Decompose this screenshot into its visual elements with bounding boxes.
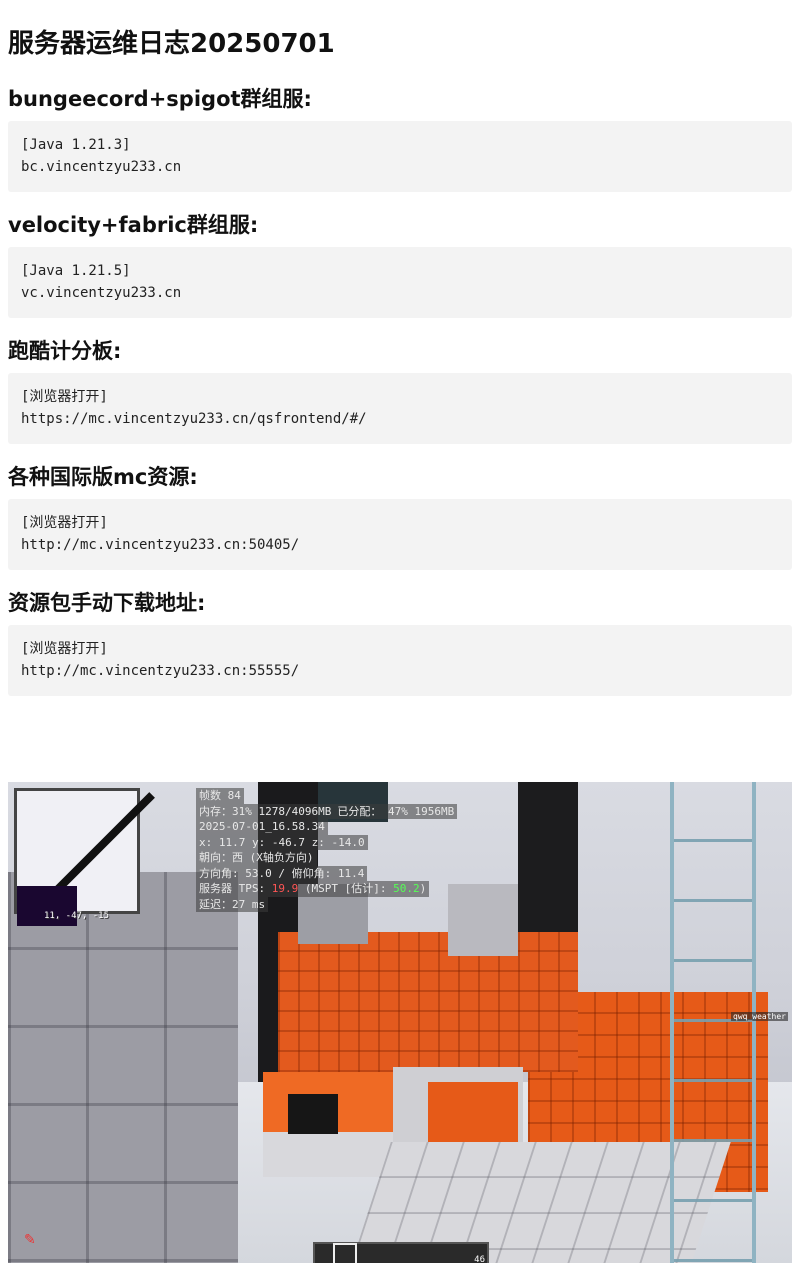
hotbar-count: 46 xyxy=(474,1255,485,1263)
code-line: [浏览器打开] xyxy=(21,515,108,531)
code-block[interactable]: [浏览器打开] https://mc.vincentzyu233.cn/qsfro… xyxy=(8,373,792,444)
section-heading: 资源包手动下载地址: xyxy=(8,591,206,615)
hotbar: 46 xyxy=(313,1242,489,1263)
minimap-coords: 11, -47, -15 xyxy=(44,911,110,921)
code-line: [浏览器打开] xyxy=(21,641,108,657)
fox-ear xyxy=(448,884,518,956)
code-block[interactable]: [Java 1.21.5] vc.vincentzyu233.cn xyxy=(8,247,792,318)
tps-value: 19.9 xyxy=(271,882,299,895)
section-resources: 各种国际版mc资源: [浏览器打开] http://mc.vincentzyu23… xyxy=(8,444,792,570)
code-block[interactable]: [Java 1.21.3] bc.vincentzyu233.cn xyxy=(8,121,792,192)
section-heading: velocity+fabric群组服: xyxy=(8,213,259,237)
code-line: http://mc.vincentzyu233.cn:50405/ xyxy=(21,537,300,553)
debug-angles: 方向角: 53.0 / 俯仰角: 11.4 xyxy=(196,865,368,881)
page-title: 服务器运维日志20250701 xyxy=(8,29,335,59)
debug-position: x: 11.7 y: -46.7 z: -14.0 xyxy=(196,834,368,850)
section-resourcepack: 资源包手动下载地址: [浏览器打开] http://mc.vincentzyu23… xyxy=(8,570,792,696)
section-heading: 跑酷计分板: xyxy=(8,339,122,363)
fox-statue xyxy=(278,932,578,1072)
section-parkour: 跑酷计分板: [浏览器打开] https://mc.vincentzyu233.c… xyxy=(8,318,792,444)
debug-facing: 朝向：西 (X轴负方向) xyxy=(196,850,317,866)
debug-latency: 延迟：27 ms xyxy=(196,896,269,912)
debug-overlay: 帧数 84 内存：31% 1278/4096MB 已分配： 47% 1956MB … xyxy=(196,788,458,912)
mspt-value: 50.2 xyxy=(393,882,420,895)
code-line: vc.vincentzyu233.cn xyxy=(21,285,182,301)
page-content: 服务器运维日志20250701 bungeecord+spigot群组服: [J… xyxy=(0,0,800,696)
code-line: http://mc.vincentzyu233.cn:55555/ xyxy=(21,663,300,679)
code-line: https://mc.vincentzyu233.cn/qsfrontend/#… xyxy=(21,411,367,427)
cursor-icon: ✎ xyxy=(24,1232,36,1248)
code-line: [Java 1.21.5] xyxy=(21,263,131,279)
section-heading: bungeecord+spigot群组服: xyxy=(8,87,312,111)
hotbar-selected-slot xyxy=(333,1243,357,1263)
glass-ladder xyxy=(670,782,756,1263)
weather-tag: qwq_weather xyxy=(731,1012,788,1021)
fox-paw-dark xyxy=(288,1094,338,1134)
game-screenshot: 11, -47, -15 帧数 84 内存：31% 1278/4096MB 已分配… xyxy=(8,782,792,1263)
code-line: [浏览器打开] xyxy=(21,389,108,405)
code-line: bc.vincentzyu233.cn xyxy=(21,159,182,175)
tps-label: 服务器 TPS: xyxy=(199,882,266,895)
debug-memory: 内存：31% 1278/4096MB xyxy=(196,803,335,819)
code-block[interactable]: [浏览器打开] http://mc.vincentzyu233.cn:50405/ xyxy=(8,499,792,570)
minimap xyxy=(14,788,155,926)
mspt-label: (MSPT [估计]: xyxy=(304,882,387,895)
debug-fps: 帧数 84 xyxy=(196,788,244,804)
black-pillar xyxy=(518,782,578,952)
stone-wall xyxy=(8,872,238,1263)
section-heading: 各种国际版mc资源: xyxy=(8,465,198,489)
mspt-close: ) xyxy=(419,882,427,895)
code-block[interactable]: [浏览器打开] http://mc.vincentzyu233.cn:55555/ xyxy=(8,625,792,696)
debug-datetime: 2025-07-01_16.58.34 xyxy=(196,819,328,835)
debug-allocated: 已分配： 47% 1956MB xyxy=(334,803,458,819)
debug-tps: 服务器 TPS: 19.9 (MSPT [估计]: 50.2) xyxy=(196,881,430,897)
section-bungeecord: bungeecord+spigot群组服: [Java 1.21.3] bc.vi… xyxy=(8,66,792,192)
code-line: [Java 1.21.3] xyxy=(21,137,131,153)
section-velocity: velocity+fabric群组服: [Java 1.21.5] vc.vinc… xyxy=(8,192,792,318)
